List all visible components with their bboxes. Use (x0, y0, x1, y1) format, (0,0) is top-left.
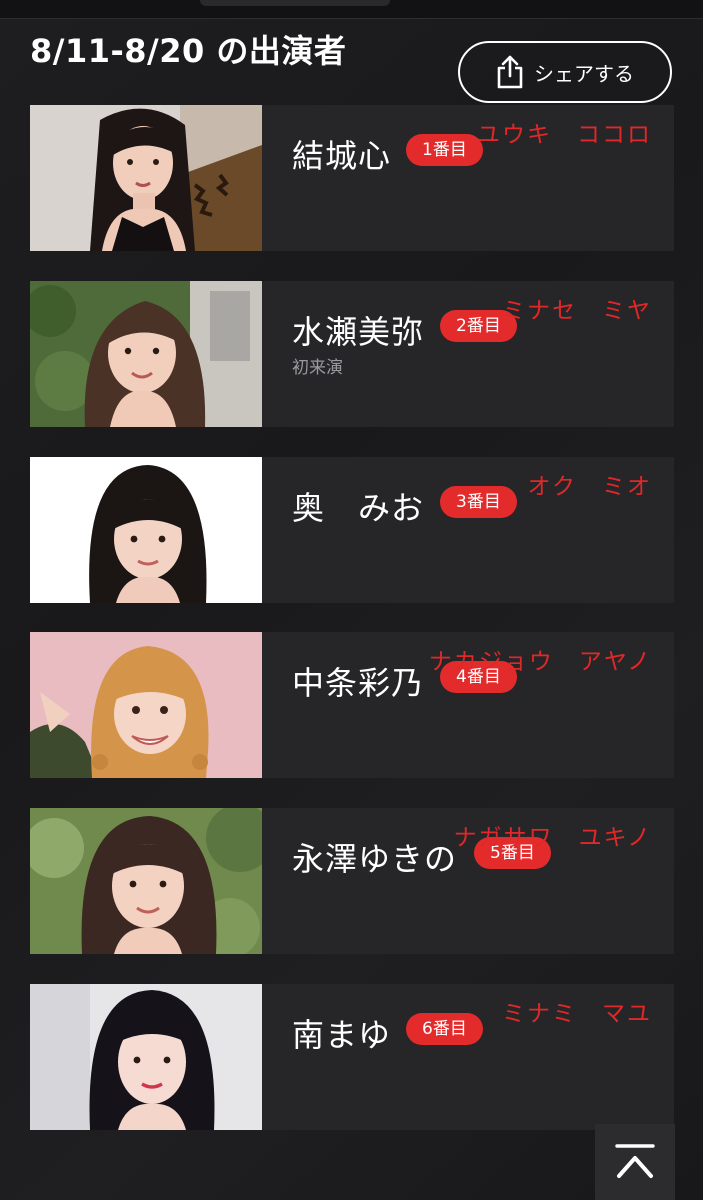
performer-card[interactable]: 水瀬美弥 2番目 初来演 ミナセ ミヤ (30, 281, 674, 427)
kana-annotation: ユウキ ココロ (477, 122, 652, 148)
kana-annotation: ナガサワ ユキノ (453, 825, 652, 851)
performer-photo (30, 984, 262, 1130)
performer-name: 永澤ゆきの (292, 840, 458, 878)
performer-name: 水瀬美弥 (292, 313, 425, 351)
scroll-to-top-button[interactable] (595, 1124, 675, 1200)
kana-annotation: ミナセ ミヤ (502, 298, 652, 324)
performer-photo (30, 632, 262, 778)
performer-photo (30, 281, 262, 427)
performer-photo (30, 105, 262, 251)
chevron-up-icon (615, 1144, 655, 1178)
performer-name: 奥 みお (292, 489, 425, 527)
performer-name: 結城心 (292, 137, 392, 175)
share-button-label: シェアする (534, 61, 634, 86)
kana-annotation: ミナミ マユ (502, 1001, 652, 1027)
browser-tab-edge (200, 0, 390, 6)
performer-card[interactable]: 永澤ゆきの 5番目 ナガサワ ユキノ (30, 808, 674, 954)
performer-card[interactable]: 中条彩乃 4番目 ナカジョウ アヤノ (30, 632, 674, 778)
performer-card[interactable]: 南まゆ 6番目 ミナミ マユ (30, 984, 674, 1130)
top-bar (0, 0, 703, 19)
performer-photo (30, 808, 262, 954)
order-badge: 6番目 (406, 1013, 483, 1045)
order-badge: 3番目 (440, 486, 517, 518)
section-title: 8/11-8/20 の出演者 (30, 32, 347, 70)
performer-name: 中条彩乃 (292, 664, 425, 702)
performer-card[interactable]: 奥 みお 3番目 オク ミオ (30, 457, 674, 603)
performer-name: 南まゆ (292, 1016, 392, 1054)
share-button[interactable]: シェアする (458, 41, 672, 103)
kana-annotation: ナカジョウ アヤノ (428, 649, 652, 675)
performer-card[interactable]: 結城心 1番目 ユウキ ココロ (30, 105, 674, 251)
performer-list-page: 8/11-8/20 の出演者 シェアする 結城心 1番目 ユウキ ココロ 水瀬美… (0, 0, 703, 1200)
performer-photo (30, 457, 262, 603)
order-badge: 1番目 (406, 134, 483, 166)
kana-annotation: オク ミオ (527, 474, 652, 500)
share-icon (497, 55, 523, 89)
first-appearance-note: 初来演 (292, 358, 343, 378)
